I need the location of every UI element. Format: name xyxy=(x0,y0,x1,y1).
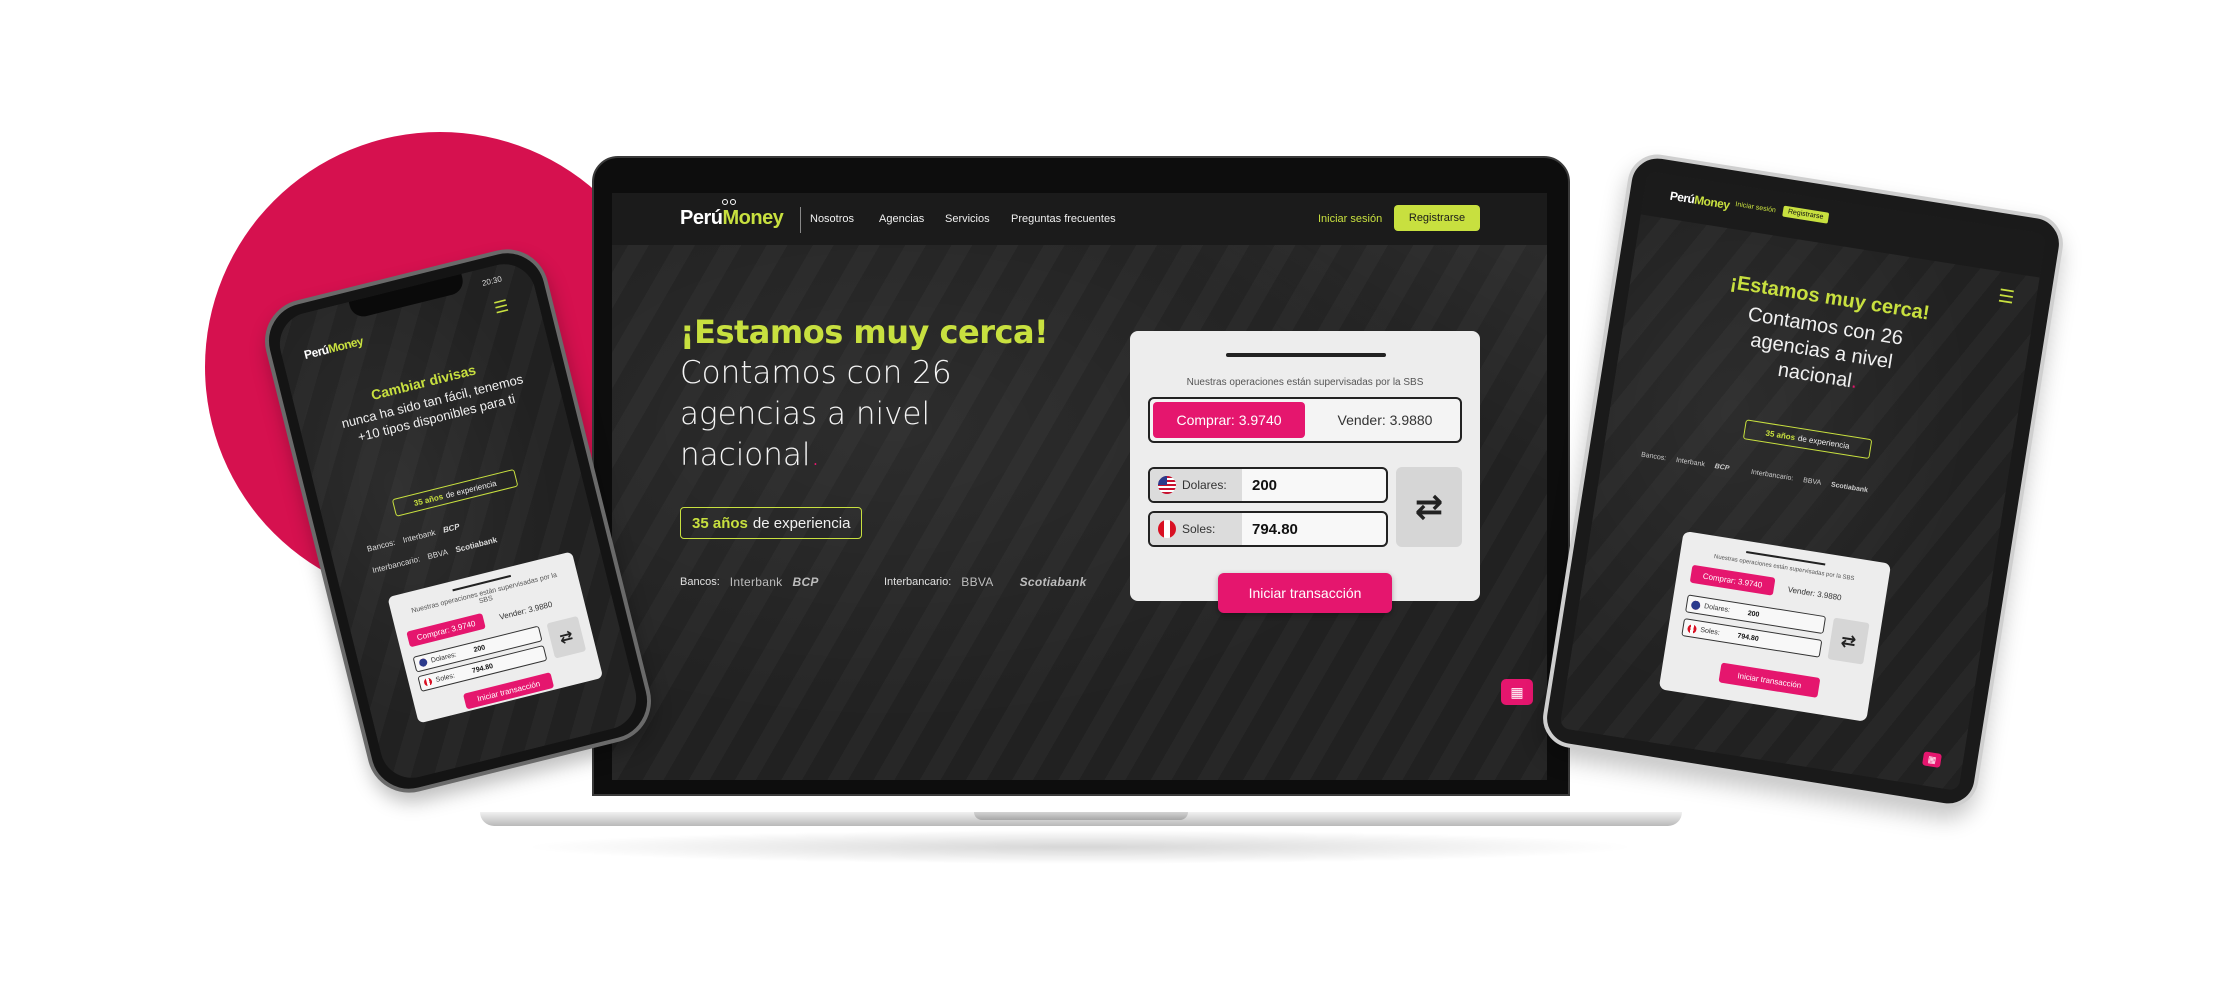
pen-amount-field[interactable]: Soles: 794.80 xyxy=(1148,511,1388,547)
tablet-experience-badge: 35 años de experiencia xyxy=(1742,419,1873,460)
phone-exchange-card: Nuestras operaciones están supervisadas … xyxy=(387,551,604,724)
interbank-logo: Interbank xyxy=(729,575,783,589)
tablet-calculator-icon[interactable]: ▦ xyxy=(1922,751,1942,768)
banks-row: Bancos: Interbank BCP xyxy=(680,575,819,589)
nav-link-preguntas-frecuentes[interactable]: Preguntas frecuentes xyxy=(1011,213,1116,225)
hamburger-menu-icon[interactable]: ☰ xyxy=(492,296,511,319)
pen-amount-value[interactable]: 794.80 xyxy=(1252,513,1298,545)
tablet-swap-arrows-icon[interactable]: ⇄ xyxy=(1827,617,1870,665)
tablet-screen: PerúMoney Iniciar sesión Registrarse ☰ ¡… xyxy=(1559,170,2047,792)
laptop-shadow xyxy=(520,830,1640,864)
buy-sell-toggle: Comprar: 3.9740 Vender: 3.9880 xyxy=(1148,397,1462,443)
experience-badge: 35 años de experiencia xyxy=(680,507,863,539)
phone-clock: 20:30 xyxy=(481,274,503,288)
register-button[interactable]: Registrarse xyxy=(1394,205,1480,231)
tablet-banks-row: Bancos: Interbank BCP Interbancario: BBVA Sc… xyxy=(1640,451,1869,495)
laptop-notch xyxy=(974,812,1188,820)
buy-rate-button[interactable]: Comprar: 3.9740 xyxy=(1153,402,1305,438)
top-navigation: PerúMoney Nosotros Agencias Servicios Pr… xyxy=(612,193,1547,245)
nav-link-nosotros[interactable]: Nosotros xyxy=(810,213,854,225)
phone-sell-rate-button[interactable]: Vender: 3.9880 xyxy=(498,600,553,622)
phone-logo[interactable]: PerúMoney xyxy=(303,334,365,362)
start-transaction-button[interactable]: Iniciar transacción xyxy=(1218,573,1392,613)
hamburger-menu-icon[interactable]: ☰ xyxy=(1997,285,2016,308)
interbank-row: Interbancario: BBVA Scotiabank xyxy=(884,575,1087,589)
bbva-logo: BBVA xyxy=(961,575,994,589)
usd-amount-value[interactable]: 200 xyxy=(1252,469,1277,501)
tablet-start-transaction-button[interactable]: Iniciar transacción xyxy=(1718,662,1821,698)
exchange-card: Nuestras operaciones están supervisadas … xyxy=(1130,331,1480,613)
logo-dots-icon xyxy=(722,199,736,205)
sbs-note: Nuestras operaciones están supervisadas … xyxy=(1186,377,1424,388)
scotiabank-logo: Scotiabank xyxy=(1019,575,1087,589)
tablet-sell-rate-button[interactable]: Vender: 3.9880 xyxy=(1787,585,1842,602)
login-link[interactable]: Iniciar sesión xyxy=(1318,213,1382,225)
hero-headline-green: ¡Estamos muy cerca! xyxy=(680,313,1049,351)
phone-experience-badge: 35 años de experiencia xyxy=(391,468,519,517)
usd-amount-field[interactable]: Dolares: 200 xyxy=(1148,467,1388,503)
bcp-logo: BCP xyxy=(792,575,819,589)
laptop-screen: PerúMoney Nosotros Agencias Servicios Pr… xyxy=(612,193,1547,780)
tablet-exchange-card: Nuestras operaciones están supervisadas … xyxy=(1658,530,1892,722)
hero-headline: Contamos con 26 agencias a nivel naciona… xyxy=(680,355,952,473)
tablet-mockup: PerúMoney Iniciar sesión Registrarse ☰ ¡… xyxy=(1538,150,2068,812)
logo[interactable]: PerúMoney xyxy=(680,207,784,230)
calculator-icon[interactable]: ▦ xyxy=(1501,679,1533,705)
nav-link-servicios[interactable]: Servicios xyxy=(945,213,990,225)
sell-rate-button[interactable]: Vender: 3.9880 xyxy=(1320,402,1450,438)
swap-arrows-icon[interactable]: ⇄ xyxy=(1396,467,1462,547)
phone-swap-arrows-icon[interactable]: ⇄ xyxy=(546,615,587,659)
tablet-buy-rate-button[interactable]: Comprar: 3.9740 xyxy=(1689,564,1776,596)
us-flag-icon xyxy=(1158,476,1176,494)
nav-link-agencias[interactable]: Agencias xyxy=(879,213,924,225)
peru-flag-icon xyxy=(1158,520,1176,538)
